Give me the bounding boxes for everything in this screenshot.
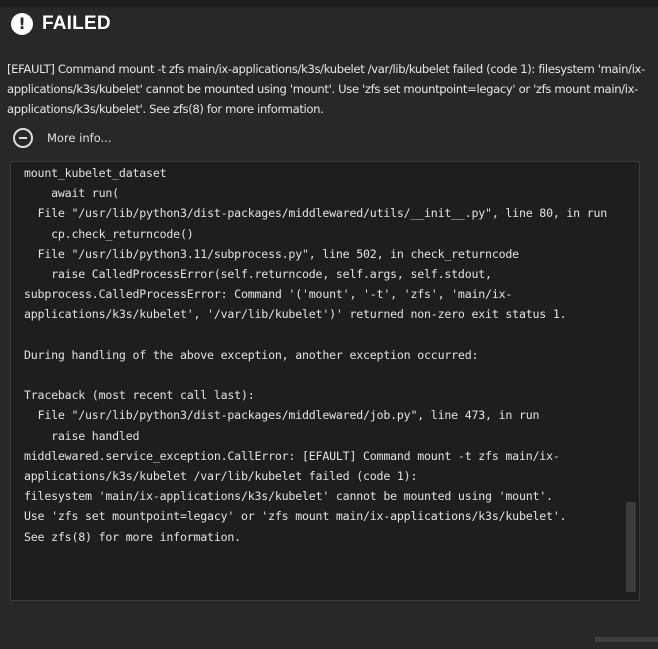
error-message: [EFAULT] Command mount -t zfs main/ix-ap… — [7, 62, 645, 116]
bottom-edge-bar — [595, 637, 658, 642]
scrollbar-thumb[interactable] — [626, 502, 636, 592]
error-dialog: ! FAILED [EFAULT] Command mount -t zfs m… — [0, 7, 658, 649]
more-info-toggle[interactable]: More info... — [13, 127, 112, 149]
traceback-scrollbar[interactable] — [623, 162, 639, 600]
traceback-panel[interactable]: mount_kubelet_dataset await run( File "/… — [10, 161, 640, 601]
minus-circle-icon[interactable] — [13, 128, 33, 148]
top-strip — [0, 0, 658, 7]
error-icon: ! — [11, 13, 33, 35]
more-info-label[interactable]: More info... — [47, 131, 112, 145]
dialog-title: FAILED — [42, 13, 111, 34]
traceback-text: mount_kubelet_dataset await run( File "/… — [24, 166, 608, 544]
error-glyph: ! — [18, 14, 26, 33]
dialog-header: ! FAILED — [11, 11, 111, 37]
